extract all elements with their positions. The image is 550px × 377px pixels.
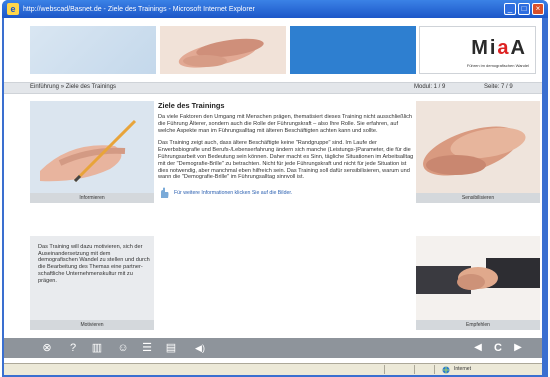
page-indicator: Seite: 7 / 9 <box>484 84 513 90</box>
header-tile-blue <box>290 26 416 74</box>
sensibilisieren-image[interactable] <box>416 101 540 193</box>
holding-hands-photo-icon <box>416 101 540 193</box>
sound-icon[interactable]: ◀) <box>190 340 210 356</box>
people-icon[interactable]: ☺ <box>116 340 130 356</box>
header-hands-image <box>160 26 286 74</box>
caption-motivieren[interactable]: Motivieren <box>30 320 154 330</box>
paragraph-2: Das Training zeigt auch, dass ältere Bes… <box>158 140 414 181</box>
notes-icon[interactable]: ▤ <box>164 340 178 356</box>
motivation-text: Das Training will dazu motivieren, sich … <box>38 244 150 284</box>
help-icon[interactable]: ? <box>66 340 80 356</box>
ie-icon: e <box>7 3 19 15</box>
empfehlen-image[interactable] <box>416 236 540 320</box>
maximize-button[interactable]: □ <box>518 3 530 15</box>
next-page-icon[interactable]: ▶ <box>510 340 526 356</box>
page-heading: Ziele des Trainings <box>158 101 225 110</box>
minimize-button[interactable]: _ <box>504 3 516 15</box>
hands-photo-icon <box>160 26 286 74</box>
motivieren-panel[interactable]: Das Training will dazu motivieren, sich … <box>30 236 154 320</box>
informieren-image[interactable] <box>30 101 154 193</box>
miaa-logo: MiaA <box>471 37 527 59</box>
modul-indicator: Modul: 1 / 9 <box>414 84 446 90</box>
pointing-hand-icon <box>161 187 169 199</box>
info-hint-text: Für weitere Informationen klicken Sie au… <box>174 190 293 197</box>
logo-subtitle: Führen im demografischen Wandel <box>466 63 529 68</box>
info-hint: Für weitere Informationen klicken Sie au… <box>158 187 414 199</box>
handshake-photo-icon <box>416 236 540 320</box>
caption-informieren[interactable]: Informieren <box>30 193 154 203</box>
reload-icon[interactable]: C <box>490 340 506 356</box>
status-bar: Internet <box>4 363 542 375</box>
close-window-button[interactable]: × <box>532 3 544 15</box>
hand-pencil-photo-icon <box>30 101 154 193</box>
window-title: http://webscad/Basnet.de - Ziele des Tra… <box>23 5 255 13</box>
previous-page-icon[interactable]: ◀ <box>470 340 486 356</box>
status-divider <box>384 365 385 374</box>
globe-icon <box>442 366 450 374</box>
zone-label: Internet <box>454 366 471 372</box>
page-content: MiaA Führen im demografischen Wandel Ein… <box>4 18 542 363</box>
status-divider <box>434 365 435 374</box>
paragraph-1: Da viele Faktoren den Umgang mit Mensche… <box>158 114 413 134</box>
bottom-toolbar: ⊗ ? ▥ ☺ ☰ ▤ ◀) ◀ C ▶ <box>4 338 542 358</box>
logo-box: MiaA Führen im demografischen Wandel <box>419 26 536 74</box>
close-icon[interactable]: ⊗ <box>40 340 54 356</box>
caption-sensibilisieren[interactable]: Sensibilisieren <box>416 193 540 203</box>
caption-empfehlen[interactable]: Empfehlen <box>416 320 540 330</box>
main-text-area: Ziele des Trainings Da viele Faktoren de… <box>158 101 414 199</box>
list-icon[interactable]: ☰ <box>140 340 154 356</box>
navigation-bar: Einführung » Ziele des Trainings Modul: … <box>4 82 542 94</box>
status-divider <box>414 365 415 374</box>
title-bar[interactable]: e http://webscad/Basnet.de - Ziele des T… <box>2 0 548 18</box>
book-icon[interactable]: ▥ <box>90 340 104 356</box>
breadcrumb[interactable]: Einführung » Ziele des Trainings <box>30 84 116 90</box>
header-tile-light <box>30 26 156 74</box>
